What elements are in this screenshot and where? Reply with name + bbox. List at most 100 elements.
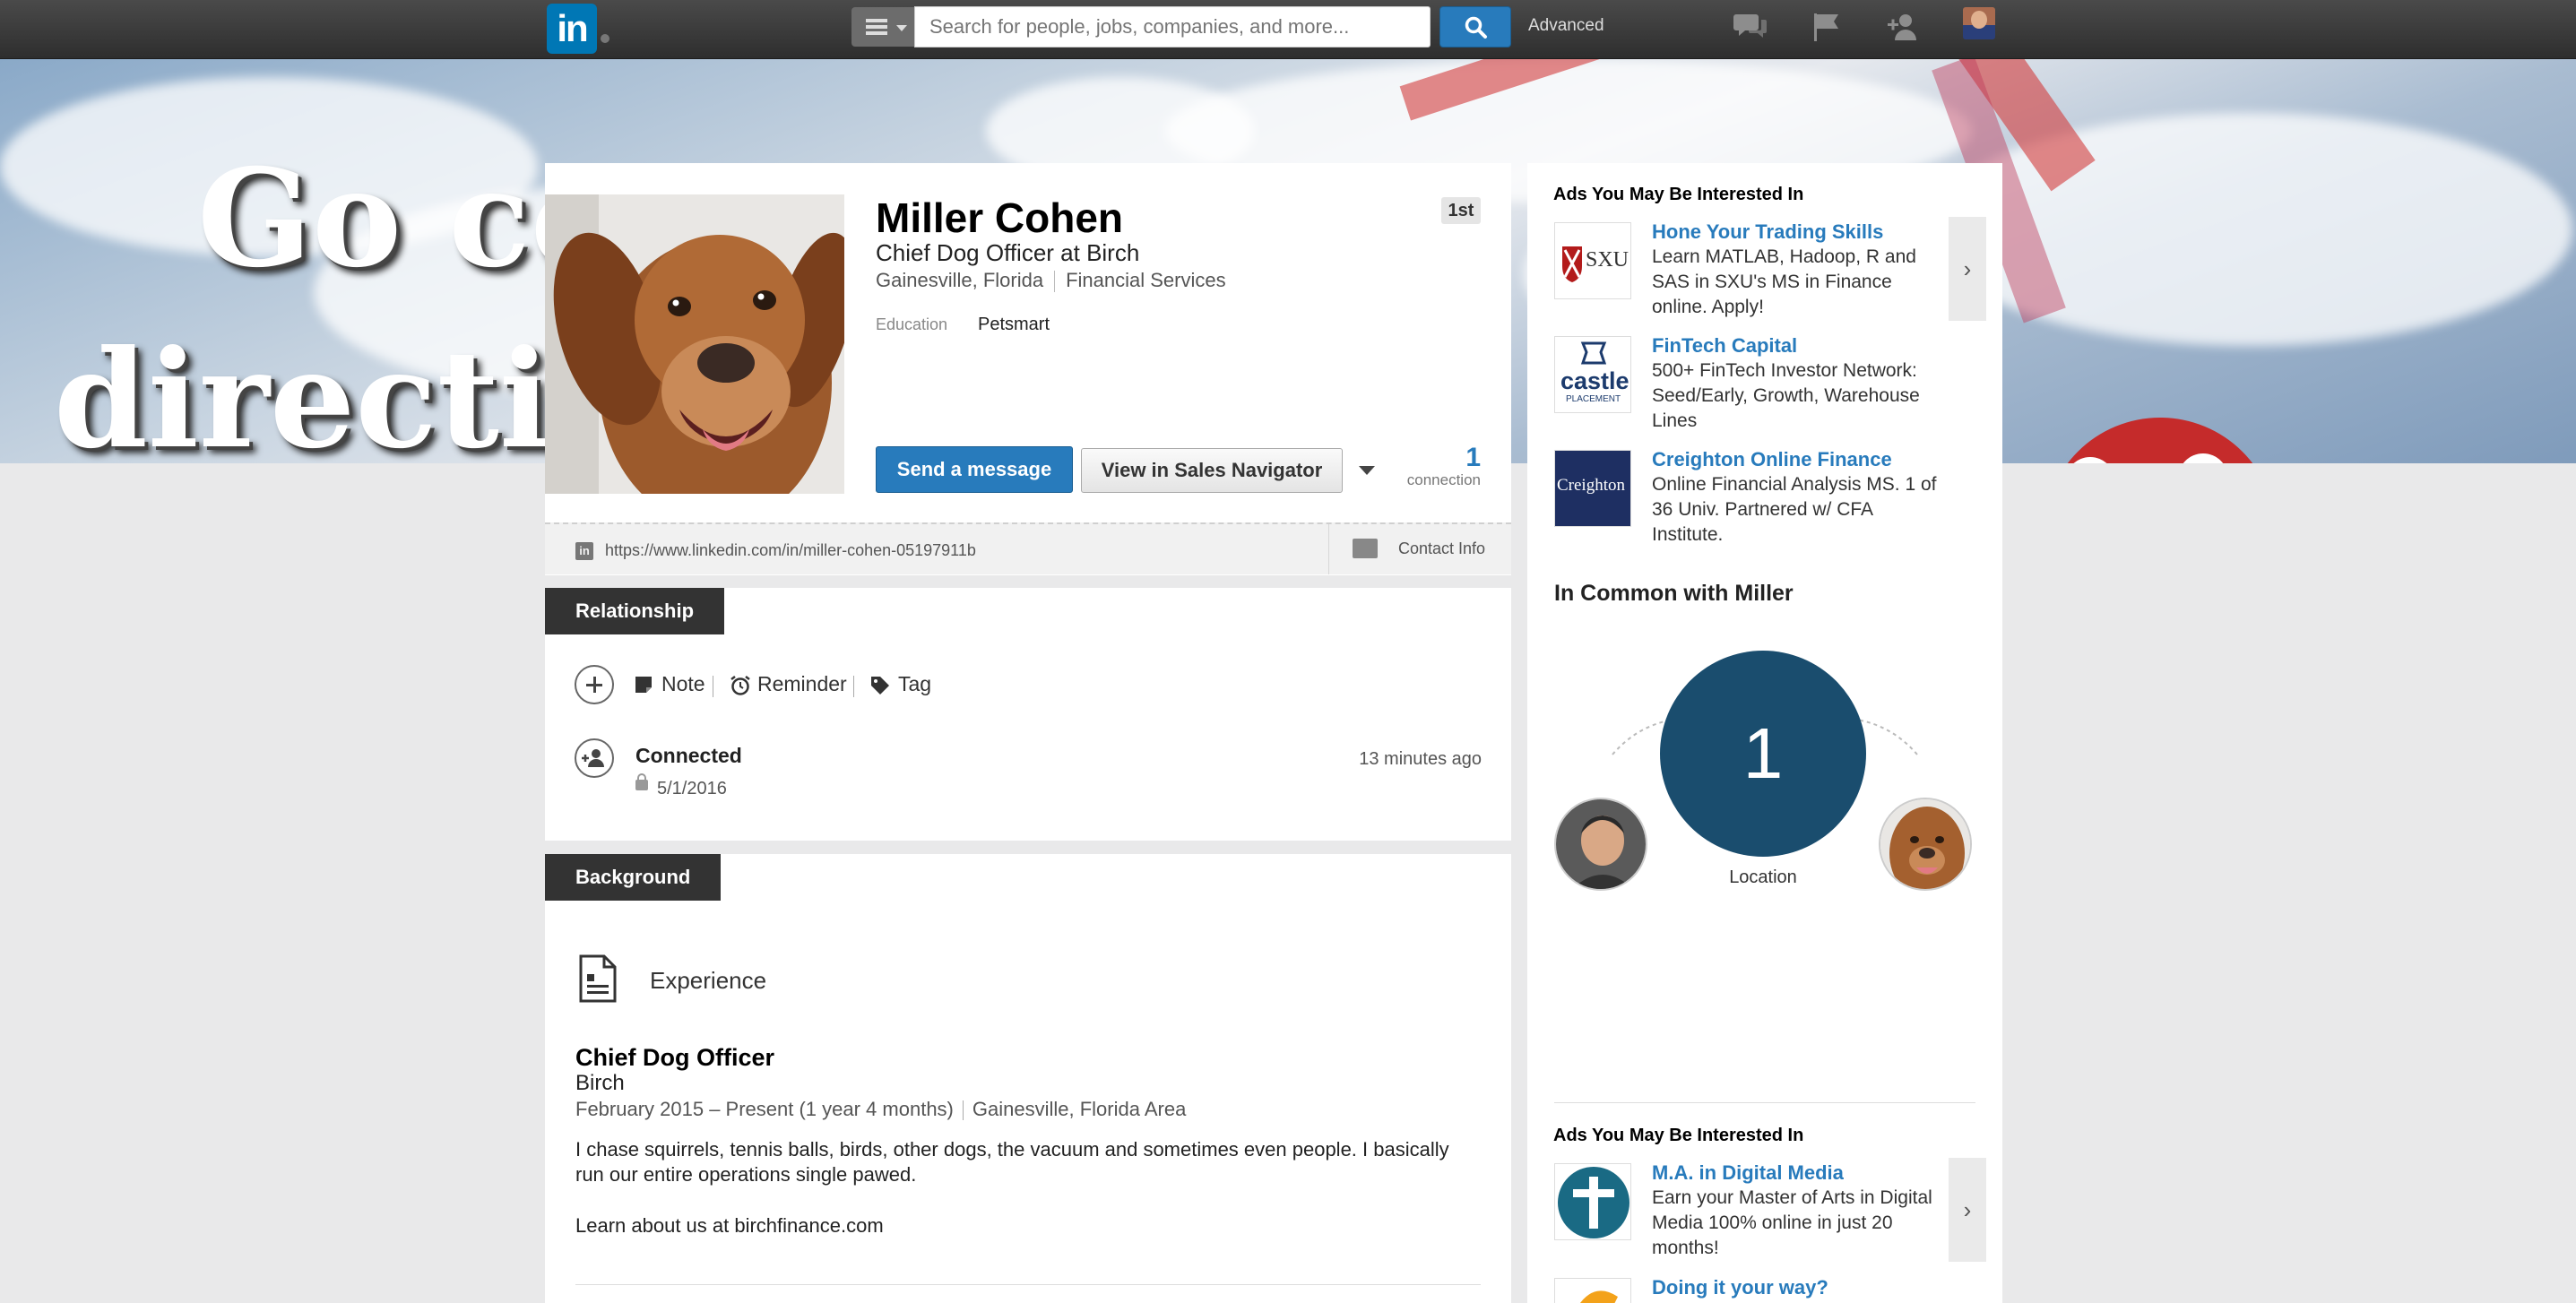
- advanced-search-link[interactable]: Advanced: [1528, 16, 1604, 36]
- lock-icon: [635, 773, 648, 790]
- job-dates-line: February 2015 – Present (1 year 4 months…: [575, 1098, 1186, 1121]
- background-section: Background Experience Chief Dog Officer …: [545, 854, 1511, 1303]
- dog-photo-image: [1880, 799, 1970, 889]
- ads-heading: Ads You May Be Interested In: [1553, 1126, 1804, 1145]
- registered-mark-icon: [601, 34, 609, 43]
- search-input[interactable]: [914, 6, 1431, 47]
- ad-logo-image: [1580, 1290, 1618, 1303]
- add-icon[interactable]: [575, 665, 614, 704]
- search-icon: [1465, 16, 1487, 39]
- ad-logo-digital-media[interactable]: [1554, 1163, 1631, 1240]
- ad-title-fintech-capital[interactable]: FinTech Capital: [1652, 334, 1797, 358]
- profile-photo[interactable]: [545, 194, 844, 494]
- flag-icon[interactable]: [1809, 11, 1845, 43]
- ad-body: Earn your Master of Arts in Digital Medi…: [1652, 1187, 1932, 1258]
- in-common-count-circle[interactable]: 1: [1660, 651, 1866, 857]
- profile-name: Miller Cohen: [876, 194, 1124, 241]
- alarm-clock-icon: [730, 676, 750, 695]
- dog-photo-image: [545, 194, 844, 494]
- job-title[interactable]: Chief Dog Officer: [575, 1044, 774, 1072]
- creature-eye-icon: [2178, 453, 2228, 463]
- man-photo-image: [1556, 799, 1646, 889]
- profile-avatar[interactable]: [1879, 798, 1972, 891]
- top-navigation-bar: in Advanced: [0, 0, 2576, 59]
- tag-button[interactable]: Tag: [898, 672, 931, 696]
- view-in-sales-navigator-button[interactable]: View in Sales Navigator: [1081, 448, 1343, 493]
- background-tab: Background: [545, 854, 722, 901]
- ad-title-doing-it-your-way[interactable]: Doing it your way?: [1652, 1276, 1828, 1299]
- hamburger-icon: [866, 19, 887, 35]
- in-common-heading: In Common with Miller: [1554, 581, 1794, 606]
- ad-logo-text: Creighton: [1557, 476, 1625, 495]
- document-icon: [579, 954, 617, 1003]
- user-avatar[interactable]: [1963, 7, 1995, 39]
- separator: [962, 1100, 964, 1121]
- job-location: Gainesville, Florida Area: [972, 1098, 1187, 1120]
- job-company[interactable]: Birch: [575, 1071, 625, 1096]
- ad-title-trading-skills[interactable]: Hone Your Trading Skills: [1652, 220, 1883, 244]
- ad-logo-creighton[interactable]: Creighton: [1554, 450, 1631, 527]
- profile-location[interactable]: Gainesville, Florida: [876, 269, 1043, 291]
- creature-eye-icon: [2065, 457, 2115, 463]
- public-profile-url[interactable]: https://www.linkedin.com/in/miller-cohen…: [605, 541, 976, 560]
- note-button[interactable]: Note: [661, 672, 705, 696]
- viewer-avatar[interactable]: [1554, 798, 1647, 891]
- ad-logo-doing-it[interactable]: [1554, 1278, 1631, 1303]
- ads-heading: Ads You May Be Interested In: [1553, 185, 1804, 204]
- more-actions-dropdown-icon[interactable]: [1359, 466, 1375, 475]
- connected-people-icon: [582, 749, 604, 767]
- ad-title-creighton[interactable]: Creighton Online Finance: [1652, 448, 1892, 471]
- job-dates: February 2015 – Present (1 year 4 months…: [575, 1098, 954, 1120]
- separator: [1054, 271, 1056, 293]
- ad-logo-sxu[interactable]: SXU: [1554, 222, 1631, 299]
- add-connection-icon[interactable]: [1886, 11, 1922, 43]
- search-button[interactable]: [1439, 6, 1511, 47]
- ads-next-button[interactable]: ›: [1949, 1158, 1986, 1262]
- education-value[interactable]: Petsmart: [978, 315, 1050, 335]
- job-link-text: Learn about us at birchfinance.com: [575, 1214, 884, 1237]
- connection-count[interactable]: 1: [1441, 443, 1481, 473]
- divider: [1554, 1102, 1975, 1103]
- tag-icon: [871, 677, 889, 695]
- cartoon-creature-image: [2044, 418, 2277, 463]
- relationship-tab: Relationship: [545, 588, 725, 634]
- reminder-button[interactable]: Reminder: [757, 672, 847, 696]
- chevron-down-icon: [896, 25, 907, 31]
- education-label: Education: [876, 315, 948, 333]
- profile-top-card: Miller Cohen Chief Dog Officer at Birch …: [545, 163, 1511, 575]
- ad-body: Online Financial Analysis MS. 1 of 36 Un…: [1652, 474, 1937, 545]
- profile-headline: Chief Dog Officer at Birch: [876, 239, 1140, 266]
- ad-title-digital-media[interactable]: M.A. in Digital Media: [1652, 1161, 1844, 1185]
- connected-time-ago: 13 minutes ago: [1359, 749, 1482, 769]
- connected-date: 5/1/2016: [657, 779, 727, 798]
- experience-heading: Experience: [650, 967, 767, 994]
- right-rail: Ads You May Be Interested In SXU Hone Yo…: [1527, 163, 2002, 1303]
- divider: [575, 1284, 1481, 1285]
- separator: [853, 676, 854, 697]
- connected-status-icon: [575, 738, 614, 778]
- ad-body: Learn MATLAB, Hadoop, R and SAS in SXU's…: [1652, 246, 1916, 317]
- in-common-location-label: Location: [1729, 867, 1797, 887]
- ad-logo-text: castle: [1560, 367, 1629, 394]
- connection-degree-badge: 1st: [1441, 197, 1481, 224]
- public-profile-url-bar: in https://www.linkedin.com/in/miller-co…: [545, 522, 1511, 574]
- profile-industry[interactable]: Financial Services: [1066, 269, 1226, 291]
- ad-logo-subtext: PLACEMENT: [1566, 394, 1621, 404]
- connected-label: Connected: [635, 744, 742, 767]
- ads-next-button[interactable]: ›: [1949, 217, 1986, 321]
- contact-info-label: Contact Info: [1398, 539, 1486, 557]
- ad-logo-castle[interactable]: castle PLACEMENT: [1554, 336, 1631, 413]
- search-category-menu-button[interactable]: [851, 7, 914, 47]
- address-card-icon: [1353, 539, 1378, 558]
- linkedin-logo[interactable]: in: [547, 4, 597, 54]
- note-icon: [635, 677, 652, 693]
- relationship-section: Relationship Note Reminder Tag Connected…: [545, 588, 1511, 841]
- messages-icon[interactable]: [1733, 11, 1768, 43]
- contact-info-button[interactable]: Contact Info: [1328, 524, 1511, 574]
- profile-location-line: Gainesville, Florida Financial Services: [876, 269, 1226, 293]
- ad-logo-text: SXU: [1586, 248, 1629, 272]
- ad-body: 500+ FinTech Investor Network: Seed/Earl…: [1652, 360, 1920, 431]
- send-message-button[interactable]: Send a message: [876, 446, 1073, 493]
- connection-label: connection: [1406, 471, 1481, 488]
- castle-emblem-icon: [1580, 341, 1607, 365]
